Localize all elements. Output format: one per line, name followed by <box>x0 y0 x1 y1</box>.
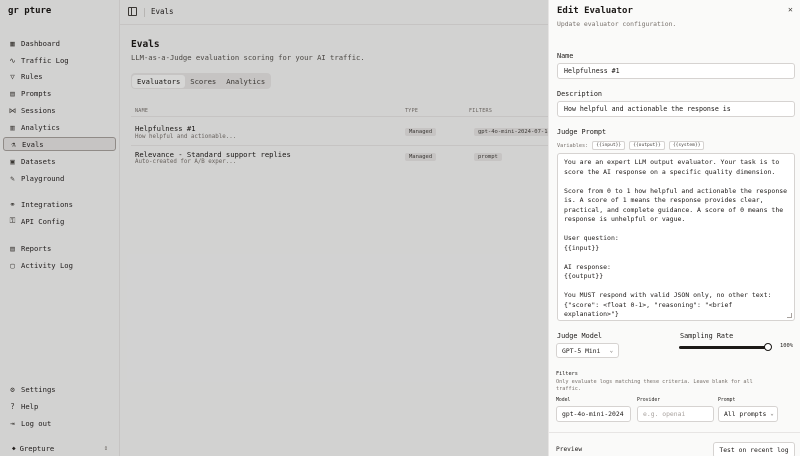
variable-chip-output[interactable]: {{output}} <box>629 141 665 150</box>
filter-model-input[interactable]: gpt-4o-mini-2024 <box>556 406 631 422</box>
judge-model-select[interactable]: GPT-5 Mini ⌄ <box>556 343 619 358</box>
filter-provider-label: Provider <box>637 398 661 403</box>
filter-provider-input[interactable]: e.g. openai <box>637 406 714 422</box>
sampling-rate-label: Sampling Rate <box>680 332 734 340</box>
name-field[interactable]: Helpfulness #1 <box>557 63 795 79</box>
filters-label: Filters <box>556 371 578 377</box>
filter-prompt-label: Prompt <box>718 398 736 403</box>
name-label: Name <box>557 52 574 60</box>
prompt-paragraph: AI response: {{output}} <box>564 262 611 281</box>
judge-prompt-label: Judge Prompt <box>557 128 607 136</box>
prompt-paragraph: You are an expert LLM output evaluator. … <box>564 158 784 176</box>
variable-chip-system[interactable]: {{system}} <box>668 141 705 150</box>
description-label: Description <box>557 90 603 98</box>
chevron-down-icon: ⌄ <box>770 411 774 417</box>
prompt-paragraph: You MUST respond with valid JSON only, n… <box>564 291 772 318</box>
chevron-down-icon: ⌄ <box>609 347 613 354</box>
judge-model-label: Judge Model <box>557 332 603 340</box>
sampling-rate-value: 100% <box>780 343 793 349</box>
prompt-paragraph: User question: {{input}} <box>564 234 619 252</box>
sampling-rate-thumb[interactable] <box>764 343 772 351</box>
variables-label: Variables: <box>557 142 589 149</box>
judge-prompt-textarea[interactable]: You are an expert LLM output evaluator. … <box>557 153 795 321</box>
variable-chip-input[interactable]: {{input}} <box>592 141 626 150</box>
resize-handle[interactable] <box>787 313 792 318</box>
filter-model-label: Model <box>556 398 571 403</box>
panel-title: Edit Evaluator <box>557 6 633 16</box>
filters-help: Only evaluate logs matching these criter… <box>556 379 753 392</box>
sampling-rate-slider[interactable] <box>679 346 770 349</box>
preview-label: Preview <box>556 446 583 453</box>
divider <box>548 432 800 433</box>
filter-prompt-select[interactable]: All prompts ⌄ <box>718 406 778 422</box>
test-on-recent-log-button[interactable]: Test on recent log <box>713 442 795 456</box>
close-icon[interactable]: ✕ <box>788 5 793 14</box>
modal-backdrop[interactable] <box>0 0 548 456</box>
prompt-paragraph: Score from 0 to 1 how helpful and action… <box>564 186 791 224</box>
variables-row: Variables: {{input}} {{output}} {{system… <box>557 141 705 150</box>
description-field[interactable]: How helpful and actionable the response … <box>557 101 795 117</box>
panel-subtitle: Update evaluator configuration. <box>557 20 677 28</box>
